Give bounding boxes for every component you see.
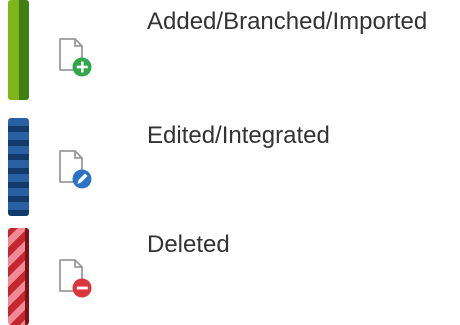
legend-label-added: Added/Branched/Imported [147, 8, 428, 35]
deleted-color-bar [8, 228, 29, 325]
file-edit-icon [59, 150, 92, 189]
legend-label-deleted: Deleted [147, 231, 230, 258]
file-add-icon [59, 38, 92, 77]
added-color-bar [8, 0, 29, 100]
legend-item-edited: Edited/Integrated [0, 118, 460, 216]
legend-item-deleted: Deleted [0, 228, 460, 325]
edited-color-bar [8, 118, 29, 216]
legend-label-edited: Edited/Integrated [147, 122, 330, 149]
file-delete-icon [59, 259, 92, 298]
legend-item-added: Added/Branched/Imported [0, 0, 460, 100]
